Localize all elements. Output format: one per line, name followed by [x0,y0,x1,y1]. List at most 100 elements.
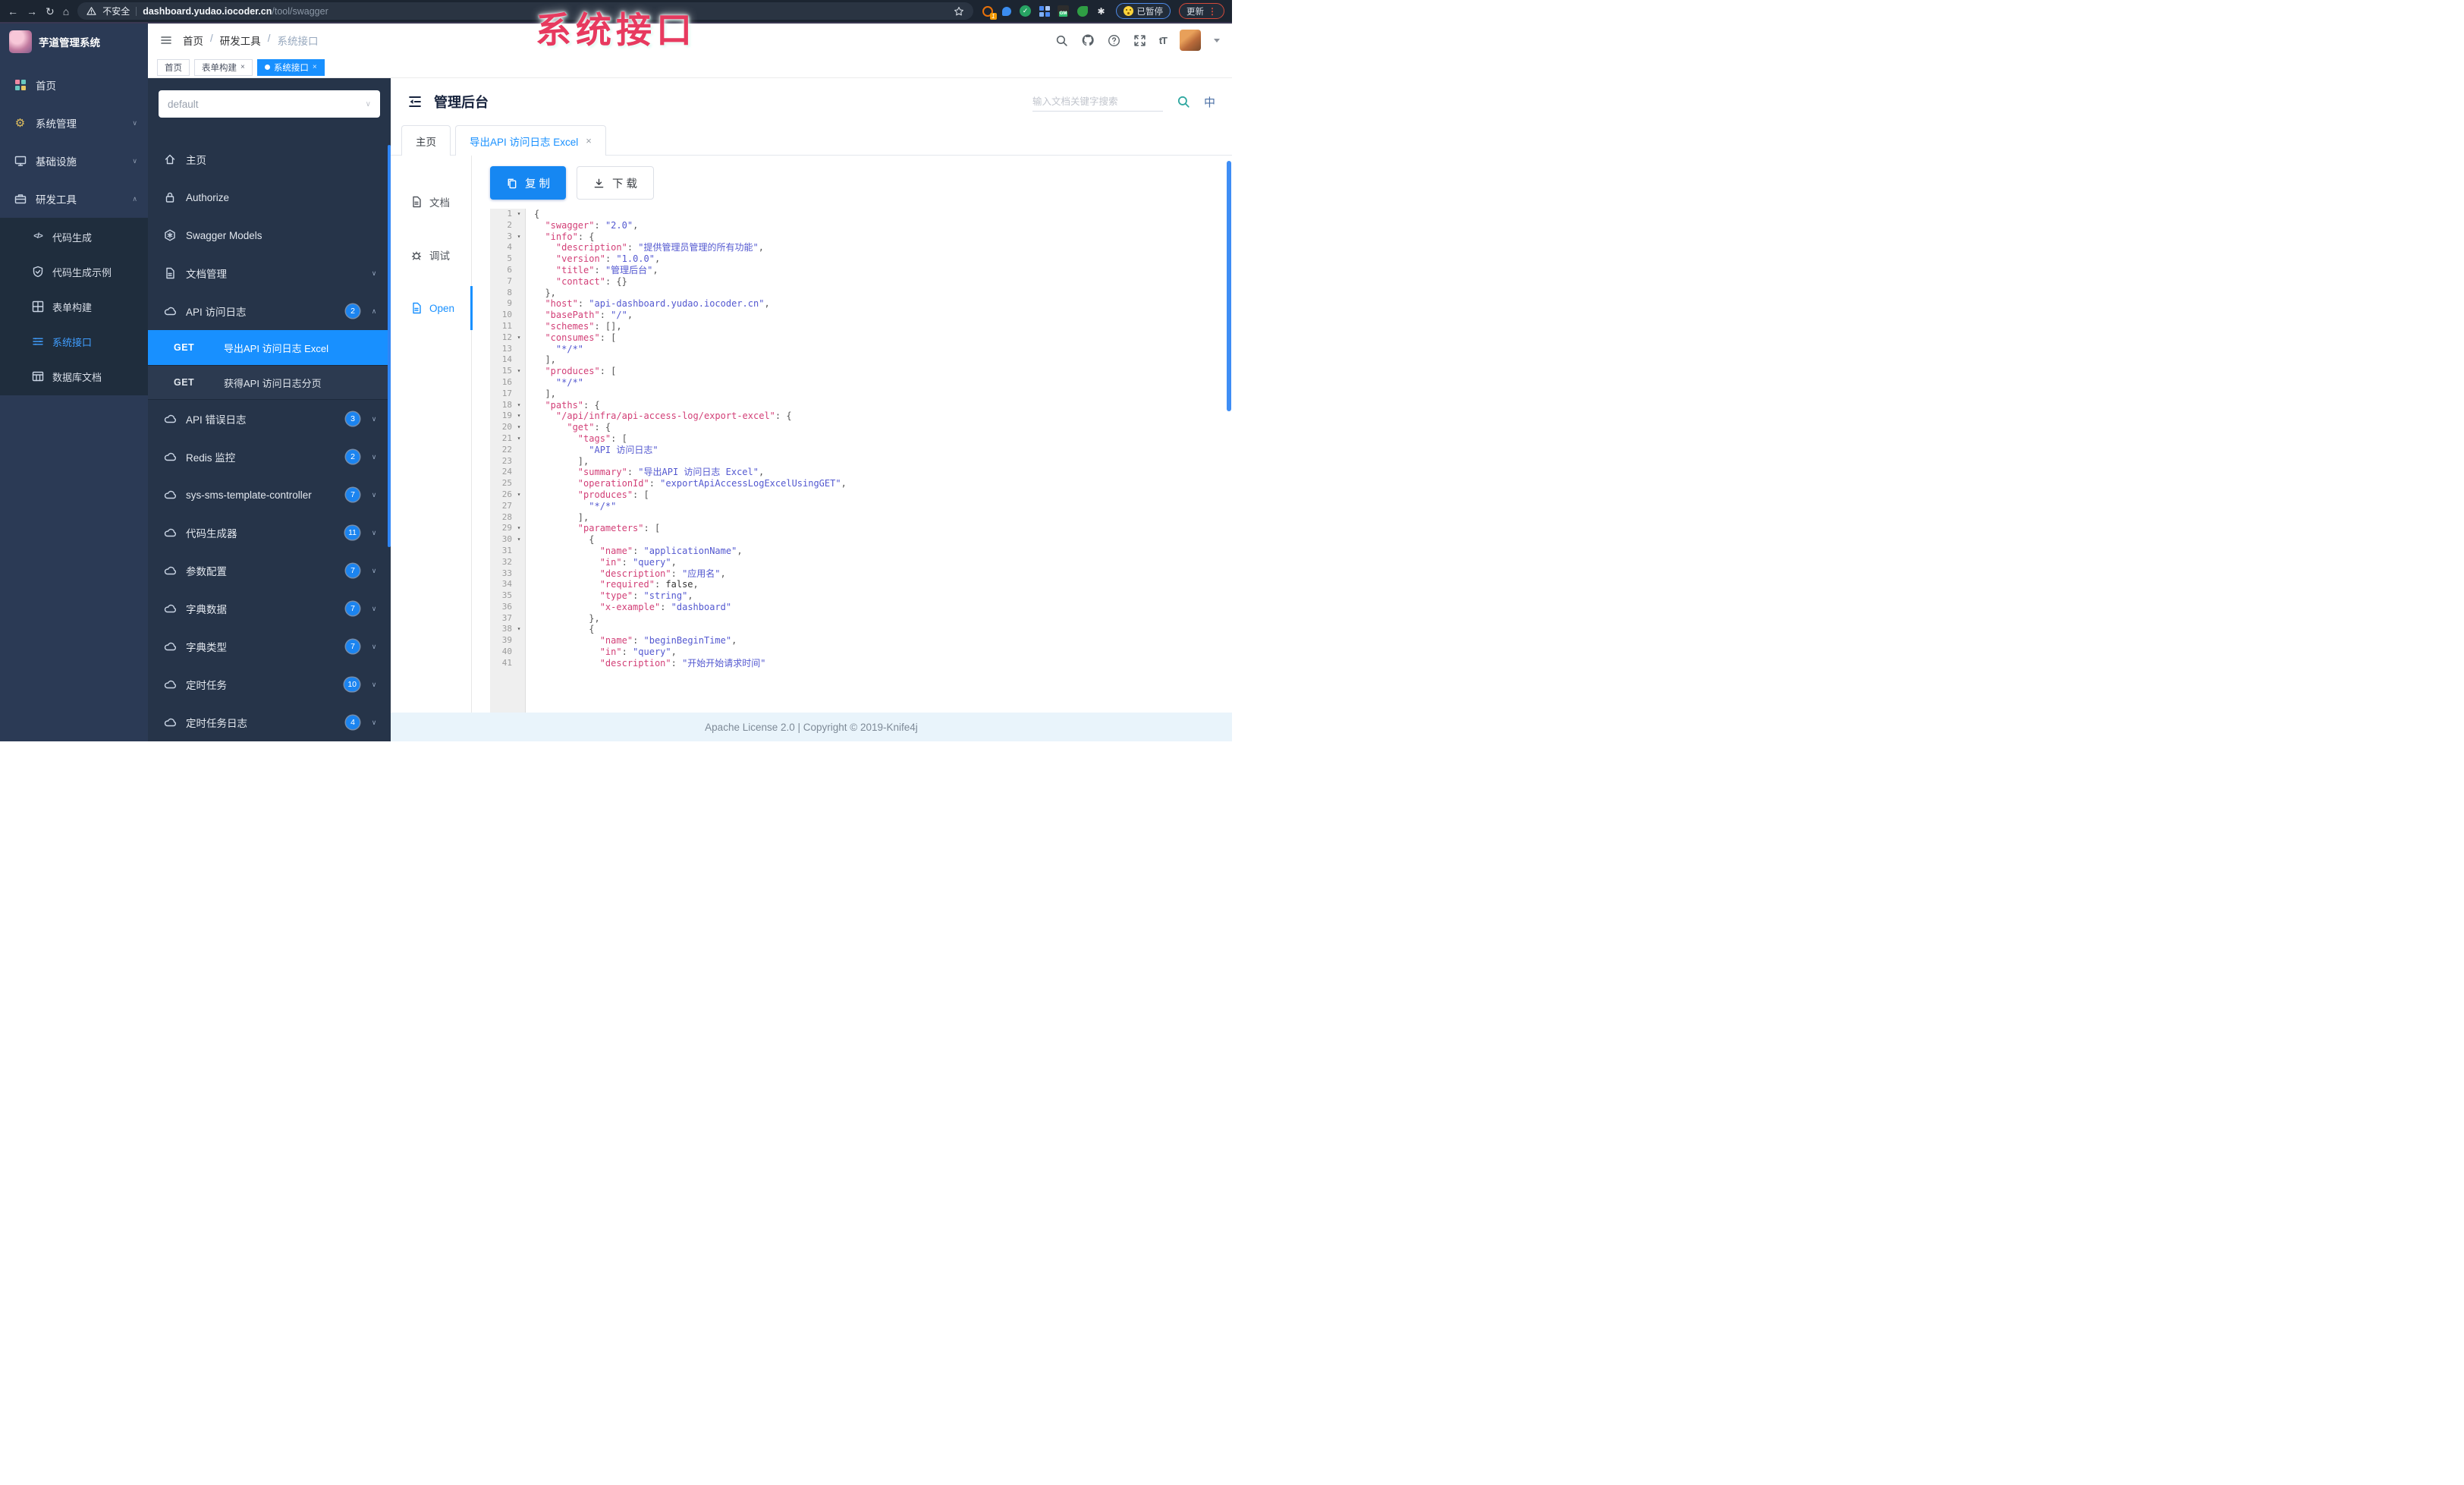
extension-drop-icon[interactable] [1001,5,1013,17]
fold-icon[interactable]: ▾ [512,411,526,422]
extension-squares-icon[interactable] [1039,5,1051,17]
home-icon[interactable]: ⌂ [63,6,69,17]
search-icon[interactable] [1055,34,1068,47]
close-icon[interactable]: × [586,135,592,146]
swagger-item-label: API 错误日志 [186,414,247,426]
collapse-sidebar-icon[interactable] [407,94,423,109]
swagger-item-job-log[interactable]: 定时任务日志 4 ∨ [148,703,391,741]
address-bar[interactable]: 不安全 dashboard.yudao.iocoder.cn/tool/swag… [77,2,973,20]
sidebar-item-db-doc[interactable]: 数据库文档 [0,359,148,394]
swagger-item-dict-type[interactable]: 字典类型 7 ∨ [148,628,391,665]
fold-icon[interactable]: ▾ [512,209,526,220]
extension-leaf-icon[interactable] [1076,5,1089,17]
chevron-down-icon: ∨ [371,528,377,536]
font-size-icon[interactable]: tT [1159,35,1168,46]
lock-icon [163,191,176,203]
github-icon[interactable] [1081,33,1095,47]
update-button[interactable]: 更新 ⋮ [1179,3,1224,19]
fold-icon[interactable]: ▾ [512,422,526,433]
swagger-item-job[interactable]: 定时任务 10 ∨ [148,665,391,703]
tableic-icon [32,370,44,382]
swagger-item-models[interactable]: Swagger Models [148,216,391,254]
swagger-item-api-access-log[interactable]: API 访问日志 2 ∧ [148,292,391,330]
fold-icon[interactable]: ▾ [512,534,526,546]
api-operation-op-export[interactable]: GET 导出API 访问日志 Excel [148,330,391,365]
avatar-caret-icon[interactable] [1214,38,1220,42]
doc-tab-导出API 访问日志 Excel[interactable]: 导出API 访问日志 Excel × [455,125,606,156]
swagger-item-authorize[interactable]: Authorize [148,178,391,216]
reload-icon[interactable]: ↻ [46,6,55,17]
swagger-item-doc-manage[interactable]: 文档管理 ∨ [148,254,391,292]
extension-flower-icon[interactable]: ✱ [1095,5,1108,17]
bookmark-star-icon[interactable] [954,6,964,17]
language-toggle[interactable]: 中 [1204,94,1215,110]
mini-nav-调试[interactable]: 调试 [391,228,471,282]
group-select[interactable]: default ∨ [159,90,380,118]
breadcrumb-devtools[interactable]: 研发工具 [220,33,261,48]
sidebar-item-codegen-demo[interactable]: 代码生成示例 [0,254,148,289]
sidebar-item-system-api[interactable]: 系统接口 [0,324,148,359]
breadcrumb-home[interactable]: 首页 [183,33,203,48]
code-text: "tags": [ [577,433,627,444]
close-icon[interactable]: × [313,63,317,71]
api-operation-op-page[interactable]: GET 获得API 访问日志分页 [148,365,391,400]
fullscreen-icon[interactable] [1133,34,1146,47]
line-number: 5 [507,253,512,264]
download-button[interactable]: 下 载 [577,166,655,200]
fold-icon[interactable]: ▾ [512,231,526,243]
line-number: 31 [501,545,512,555]
swagger-item-sms-template[interactable]: sys-sms-template-controller 7 ∨ [148,476,391,514]
help-icon[interactable] [1108,34,1120,47]
hamburger-icon[interactable] [160,34,172,46]
mini-nav-文档[interactable]: 文档 [391,175,471,228]
copy-button[interactable]: 复 制 [490,166,567,200]
tag-首页[interactable]: 首页 [157,58,190,76]
swagger-item-home[interactable]: 主页 [148,140,391,178]
swagger-item-api-error-log[interactable]: API 错误日志 3 ∨ [148,400,391,438]
doc-search-icon[interactable] [1177,95,1190,109]
extension-check-icon[interactable]: ✓ [1020,5,1032,17]
fold-icon[interactable]: ▾ [512,366,526,377]
sidebar-item-home[interactable]: 首页 [0,66,148,104]
swagger-item-codegen[interactable]: 代码生成器 11 ∨ [148,514,391,552]
fold-icon[interactable]: ▾ [512,433,526,445]
forward-icon[interactable]: → [27,6,37,17]
mini-nav-Open[interactable]: Open [391,282,471,335]
code-line: 25 "operationId": "exportApiAccessLogExc… [490,478,1211,489]
code-text: "description": "提供管理员管理的所有功能", [555,242,764,253]
tag-表单构建[interactable]: 表单构建 × [194,58,253,76]
line-number: 28 [501,511,512,522]
sidebar-item-codegen[interactable]: </> 代码生成 [0,219,148,254]
back-icon[interactable]: ← [8,6,18,17]
sidebar-item-devtools[interactable]: 研发工具 ∧ [0,180,148,218]
tag-系统接口[interactable]: 系统接口 × [256,58,325,76]
extension-orange-icon[interactable]: 1 [982,5,997,20]
doc-tab-主页[interactable]: 主页 [401,125,451,156]
fold-icon[interactable]: ▾ [512,624,526,635]
extension-gm-icon[interactable]: GM [1058,5,1070,17]
sidebar-item-form-builder[interactable]: 表单构建 [0,289,148,324]
close-icon[interactable]: × [240,63,245,71]
page-scrollbar[interactable] [1227,161,1231,411]
app-logo[interactable]: 芋道管理系统 [0,24,148,60]
code-line: 37 }, [490,613,1211,625]
paused-button[interactable]: 已暂停 [1115,3,1171,19]
line-number: 30 [501,534,512,545]
fold-icon[interactable]: ▾ [512,523,526,534]
sidebar-item-system[interactable]: ⚙ 系统管理 ∨ [0,104,148,142]
listic-icon [32,335,44,348]
fold-icon[interactable]: ▾ [512,489,526,501]
user-avatar[interactable] [1180,30,1201,51]
fold-icon[interactable]: ▾ [512,400,526,411]
swagger-item-dict-data[interactable]: 字典数据 7 ∨ [148,590,391,628]
swagger-item-redis[interactable]: Redis 监控 2 ∨ [148,438,391,476]
sidebar-item-infra[interactable]: 基础设施 ∨ [0,142,148,180]
code-line: 10 "basePath": "/", [490,310,1211,321]
doc-search-input[interactable] [1032,92,1163,112]
fold-icon[interactable]: ▾ [512,332,526,344]
swagger-item-param-config[interactable]: 参数配置 7 ∨ [148,552,391,590]
swagger-item-label: 字典数据 [186,604,227,615]
